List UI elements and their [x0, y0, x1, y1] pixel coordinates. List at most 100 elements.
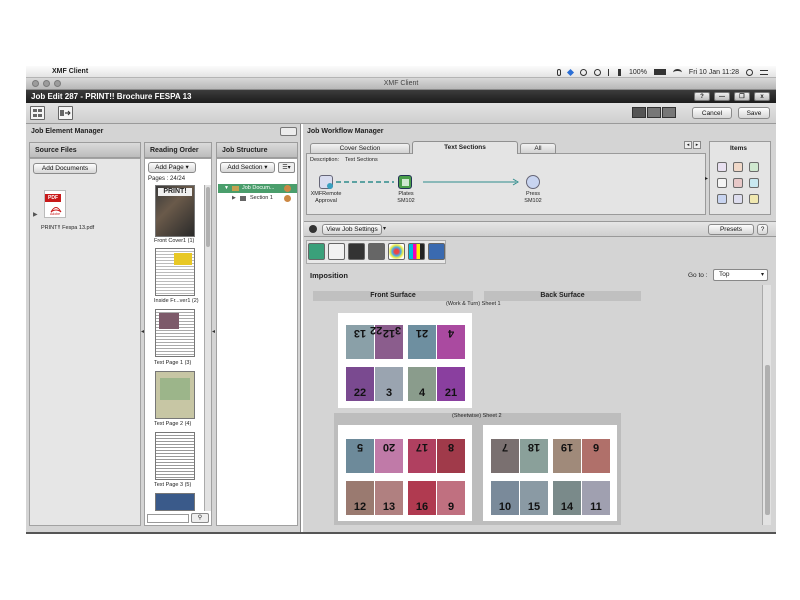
save-button[interactable]: Save [738, 107, 770, 119]
item-proof-icon[interactable] [733, 162, 743, 172]
sync-icon[interactable] [580, 68, 588, 76]
page-thumbnail-text-4[interactable] [155, 493, 195, 511]
reading-order-scrollbar[interactable] [204, 185, 211, 511]
sheet-2-front[interactable]: 5 20 17 8 12 13 16 9 [338, 425, 472, 521]
reading-order-scroll-thumb[interactable] [206, 187, 210, 247]
help-button[interactable]: ? [694, 92, 710, 101]
settings-help-button[interactable]: ? [757, 224, 768, 235]
settings-status-icon[interactable] [309, 225, 317, 233]
imposed-page[interactable]: 12 [346, 481, 374, 515]
item-plates-icon[interactable] [749, 162, 759, 172]
layout-right-icon[interactable] [662, 107, 676, 118]
sheet-2-back[interactable]: 7 18 19 6 10 15 14 11 [483, 425, 617, 521]
items-collapse-icon[interactable]: ▸ [705, 175, 708, 182]
menubar-datetime[interactable]: Fri 10 Jan 11:28 [689, 69, 739, 76]
imposed-page[interactable]: 9 [437, 481, 465, 515]
separations-icon[interactable] [408, 243, 425, 260]
panel-options-icon[interactable] [280, 127, 297, 136]
imposed-page[interactable]: 21 [408, 325, 436, 359]
imposed-page[interactable]: 5 [346, 439, 374, 473]
imposed-page[interactable]: 14 [553, 481, 581, 515]
splitter-arrow-icon-2[interactable]: ◂ [212, 328, 215, 335]
layout-left-icon[interactable] [632, 107, 646, 118]
imposed-page[interactable]: 17 [408, 439, 436, 473]
imposition-scrollbar[interactable] [762, 285, 771, 525]
presets-button[interactable]: Presets [708, 224, 754, 235]
imposed-page[interactable]: 4 [408, 367, 436, 401]
imposed-page[interactable]: 22 [346, 367, 374, 401]
workflow-view-icon[interactable] [58, 106, 73, 120]
item-pause-icon[interactable] [733, 194, 743, 204]
close-button[interactable]: x [754, 92, 770, 101]
window-minimize-dot[interactable] [43, 80, 50, 87]
restore-button[interactable]: ❐ [734, 92, 750, 101]
dropbox-icon[interactable] [566, 68, 575, 76]
add-section-button[interactable]: Add Section ▾ [220, 162, 275, 173]
scroll-right-icon[interactable]: ▸ [693, 141, 701, 149]
approval-node-icon[interactable] [319, 175, 333, 189]
imposed-page[interactable]: 3 [375, 367, 403, 401]
page-search-input[interactable] [147, 514, 189, 523]
item-approval-icon[interactable] [717, 162, 727, 172]
imposed-page[interactable]: 16 [408, 481, 436, 515]
item-edit-icon[interactable] [749, 194, 759, 204]
pdf-file-icon[interactable]: PDF Adobe [44, 190, 66, 218]
clock-icon[interactable] [594, 68, 602, 76]
plates-node-icon[interactable] [398, 175, 412, 189]
imposed-page[interactable]: 20 [375, 439, 403, 473]
menubar-app-name[interactable]: XMF Client [52, 66, 88, 78]
page-thumbnail-text-3[interactable] [155, 432, 195, 480]
printer-icon[interactable] [328, 243, 345, 260]
imposed-page[interactable]: 10 [491, 481, 519, 515]
paperclip-icon[interactable] [557, 68, 562, 76]
item-press-icon[interactable] [717, 194, 727, 204]
imposed-page[interactable]: 18 [520, 439, 548, 473]
imposed-page[interactable]: 15 [520, 481, 548, 515]
scroll-left-icon[interactable]: ◂ [684, 141, 692, 149]
view-job-settings-button[interactable]: View Job Settings [322, 224, 382, 235]
item-check-icon[interactable] [749, 178, 759, 188]
color-settings-icon[interactable] [388, 243, 405, 260]
imposed-page[interactable]: 13 [375, 481, 403, 515]
tree-item-job-document[interactable]: ▼ Job Docum... [218, 184, 297, 193]
imposed-page[interactable]: 21 [437, 367, 465, 401]
notification-list-icon[interactable] [760, 69, 768, 75]
imposition-scroll-thumb[interactable] [765, 365, 770, 515]
add-documents-button[interactable]: Add Documents [33, 163, 97, 174]
item-pdf-icon[interactable] [717, 178, 727, 188]
cancel-button[interactable]: Cancel [692, 107, 732, 119]
wifi-icon[interactable] [672, 68, 682, 76]
goto-select[interactable]: Top ▾ [713, 269, 768, 281]
layout-split-icon[interactable] [647, 107, 661, 118]
sheet-1[interactable]: 13 12 21 4 22 3 4 21 [338, 313, 472, 408]
info-icon[interactable] [428, 243, 445, 260]
imposed-page[interactable]: 4 [437, 325, 465, 359]
volume-icon[interactable] [618, 68, 622, 76]
press-node-icon[interactable] [526, 175, 540, 189]
structure-options-icon[interactable]: ☰▾ [278, 162, 295, 173]
window-close-dot[interactable] [32, 80, 39, 87]
marks-icon[interactable] [368, 243, 385, 260]
item-output-icon[interactable] [733, 178, 743, 188]
job-settings-dropdown-icon[interactable]: ▾ [383, 225, 386, 232]
imposed-page[interactable]: 7 [491, 439, 519, 473]
page-thumbnail-text-1[interactable] [155, 309, 195, 357]
minimize-button[interactable]: — [714, 92, 730, 101]
imposed-page[interactable]: 6 [582, 439, 610, 473]
add-page-button[interactable]: Add Page ▾ [148, 162, 196, 173]
tree-expand-icon[interactable]: ▼ [224, 184, 229, 193]
battery-icon[interactable] [653, 69, 666, 75]
page-thumbnail-inside-front[interactable] [155, 248, 195, 296]
imposed-page[interactable]: 19 [553, 439, 581, 473]
spotlight-search-icon[interactable] [746, 68, 753, 76]
tree-collapsed-icon[interactable]: ▶ [232, 194, 236, 203]
source-file-name[interactable]: PRINT!! Fespa 13.pdf [41, 225, 94, 231]
plate-settings-icon[interactable] [348, 243, 365, 260]
expand-arrow-icon[interactable]: ▶ [33, 211, 38, 218]
window-zoom-dot[interactable] [54, 80, 61, 87]
search-icon[interactable]: ⚲ [191, 513, 209, 523]
page-thumbnail-front-cover[interactable]: PRINT! [155, 185, 195, 237]
page-thumbnail-text-2[interactable] [155, 371, 195, 419]
bluetooth-icon[interactable] [608, 68, 611, 76]
tree-item-section-1[interactable]: ▶ Section 1 [218, 194, 297, 203]
